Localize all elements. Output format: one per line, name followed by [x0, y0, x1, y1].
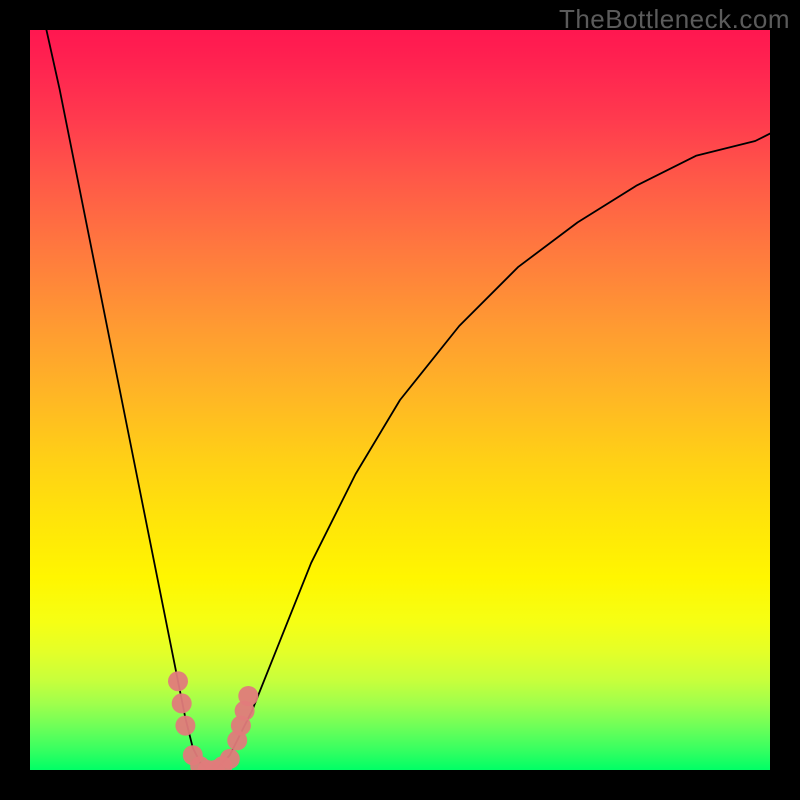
- highlight-dot: [238, 686, 258, 706]
- plot-area: [30, 30, 770, 770]
- watermark-text: TheBottleneck.com: [559, 4, 790, 35]
- highlight-dot: [172, 693, 192, 713]
- chart-frame: TheBottleneck.com: [0, 0, 800, 800]
- highlight-dot: [168, 671, 188, 691]
- chart-svg: [30, 30, 770, 770]
- highlight-dot: [175, 716, 195, 736]
- highlight-dot: [220, 749, 240, 769]
